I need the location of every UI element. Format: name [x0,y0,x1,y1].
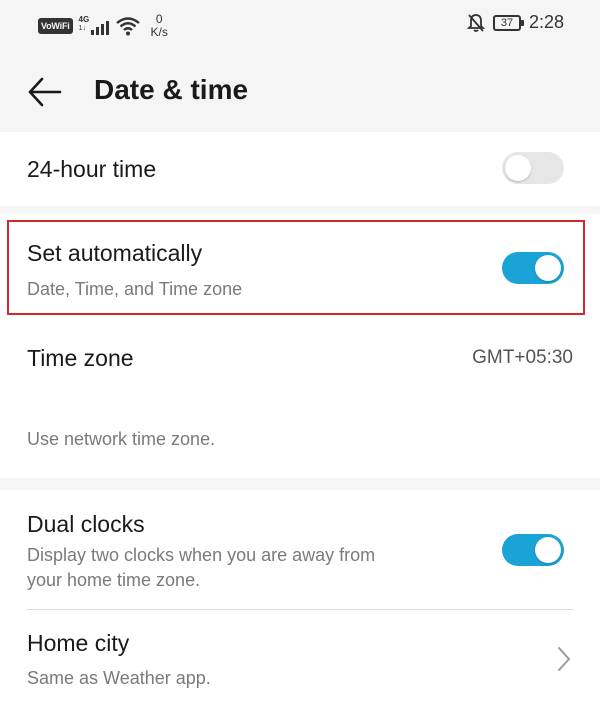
time-zone-note: Use network time zone. [27,429,216,449]
status-left: VoWiFi 4G 1↓ 0 K/s [38,13,168,39]
network-activity: 1↓ [78,25,86,32]
status-bar: VoWiFi 4G 1↓ 0 K/s 37 2:28 [0,0,600,50]
battery-icon: 37 [492,14,524,31]
setting-set-automatically-title: Set automatically [27,240,203,266]
toggle-24-hour[interactable] [502,152,564,184]
setting-set-automatically-subtitle: Date, Time, and Time zone [27,279,243,299]
setting-dual-clocks-subtitle-line1: Display two clocks when you are away fro… [27,545,376,565]
battery-level: 37 [500,16,514,29]
toggle-knob [505,155,531,181]
setting-dual-clocks-subtitle-line2: your home time zone. [27,570,201,590]
status-right: 37 2:28 [466,12,564,33]
divider [27,609,573,610]
card-automatic: Set automatically Date, Time, and Time z… [0,214,600,478]
setting-home-city-subtitle: Same as Weather app. [27,668,211,688]
setting-dual-clocks-title: Dual clocks [27,511,145,537]
bell-off-icon [466,13,485,32]
toggle-set-automatically[interactable] [502,252,564,284]
setting-home-city-title[interactable]: Home city [27,630,129,657]
signal-icon: 4G 1↓ [79,15,113,37]
vowifi-badge: VoWiFi [38,18,73,34]
time-zone-value: GMT+05:30 [472,347,573,368]
toggle-knob [535,255,561,281]
status-time: 2:28 [528,12,564,32]
app-bar: Date & time [0,50,600,130]
arrow-left-icon[interactable] [22,72,66,112]
setting-time-zone-title[interactable]: Time zone [27,345,134,372]
toggle-dual-clocks[interactable] [502,534,564,566]
network-type: 4G [78,15,90,24]
chevron-right-icon[interactable] [556,645,572,673]
page-title: Date & time [94,74,249,105]
setting-24-hour-title: 24-hour time [27,156,157,182]
wifi-icon [115,17,140,36]
speed-unit: K/s [150,25,168,39]
card-24-hour: 24-hour time [0,132,600,206]
card-dual-clocks: Dual clocks Display two clocks when you … [0,490,600,718]
network-speed: 0 K/s [151,13,168,39]
toggle-knob [535,537,561,563]
